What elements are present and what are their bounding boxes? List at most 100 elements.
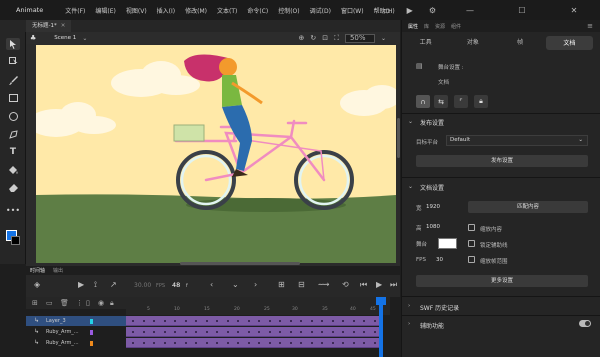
document-section-title[interactable]: 文档设置	[420, 183, 444, 192]
layer-frame-span[interactable]	[126, 338, 380, 348]
step-back-icon[interactable]: ⏮	[360, 280, 367, 290]
keyframe-dot[interactable]	[289, 320, 292, 322]
workspace-icon[interactable]: ▭	[383, 6, 391, 15]
frame-ruler[interactable]: 5 10 15 20 25 30 35 40 45	[126, 297, 390, 315]
keyframe-dot[interactable]	[184, 342, 187, 344]
keyframe-dot[interactable]	[216, 320, 218, 322]
keyframe-dot[interactable]	[216, 331, 218, 333]
panel-menu-icon[interactable]: ≡	[587, 22, 593, 30]
menu-view[interactable]: 视图(V)	[126, 6, 147, 15]
keyframe-dot[interactable]	[132, 342, 134, 344]
keyframe-dot[interactable]	[237, 342, 239, 344]
keyframe-dot[interactable]	[342, 342, 344, 344]
keyframe-dot[interactable]	[195, 320, 197, 322]
keyframe-dot[interactable]	[195, 331, 197, 333]
keyframe-dot[interactable]	[331, 331, 334, 333]
next-keyframe-icon[interactable]: ›	[254, 280, 257, 289]
play-icon[interactable]: ▶	[376, 280, 382, 289]
layer-row[interactable]: ↳ Layer_3	[26, 316, 126, 326]
publish-settings-button[interactable]: 发布设置	[416, 155, 588, 167]
layer-name[interactable]: Ruby_Arm_...	[46, 338, 79, 348]
keyframe-dot[interactable]	[226, 342, 229, 344]
menu-file[interactable]: 文件(F)	[65, 6, 85, 15]
keyframe-dot[interactable]	[247, 342, 250, 344]
keyframe-dot[interactable]	[205, 331, 208, 333]
menu-commands[interactable]: 命令(C)	[247, 6, 268, 15]
keyframe-dot[interactable]	[300, 331, 302, 333]
visibility-icon[interactable]: ◉	[98, 299, 104, 307]
menu-text[interactable]: 文本(T)	[217, 6, 237, 15]
keyframe-dot[interactable]	[331, 342, 334, 344]
fit-stage-icon[interactable]: ⛶	[334, 34, 339, 43]
match-content-button[interactable]: 匹配内容	[468, 201, 588, 213]
expand-chevron-icon[interactable]: ›	[408, 321, 410, 327]
more-tools-icon[interactable]: •••	[6, 204, 20, 216]
keyframe-dot[interactable]	[174, 331, 176, 333]
keyframe-dot[interactable]	[216, 342, 218, 344]
settings-icon[interactable]: ⚙	[429, 6, 436, 15]
keyframe-dot[interactable]	[205, 320, 208, 322]
anchor-icon[interactable]: ∩	[416, 95, 430, 108]
keyframe-dot[interactable]	[321, 320, 323, 322]
swf-history-title[interactable]: SWF 历史记录	[420, 303, 459, 312]
paintbrush-tool-icon[interactable]	[6, 74, 20, 86]
step-forward-icon[interactable]: ⏭	[390, 280, 397, 290]
keyframe-dot[interactable]	[237, 331, 239, 333]
selection-tool-icon[interactable]	[6, 38, 20, 50]
height-value[interactable]: 1080	[426, 224, 440, 230]
keyframe-dot[interactable]	[310, 331, 313, 333]
layer-name[interactable]: Layer_3	[46, 316, 66, 326]
keyframe-dot[interactable]	[373, 331, 376, 333]
center-stage-icon[interactable]: ⊕	[298, 34, 304, 42]
accessibility-title[interactable]: 辅助功能	[420, 321, 444, 330]
graph-icon[interactable]: ↗	[110, 280, 117, 289]
keyframe-dot[interactable]	[163, 320, 166, 322]
layer-color-chip[interactable]	[90, 330, 93, 335]
menu-insert[interactable]: 插入(I)	[157, 6, 175, 15]
fps-value[interactable]: 30	[436, 257, 443, 263]
span-based-checkbox[interactable]	[468, 256, 475, 263]
tab-frame[interactable]: 帧	[497, 35, 544, 51]
fps-display[interactable]: 30.00	[134, 282, 151, 289]
keyframe-dot[interactable]	[153, 342, 155, 344]
playhead-handle[interactable]	[376, 297, 386, 305]
layers-icon[interactable]: ◈	[34, 280, 40, 289]
publish-section-title[interactable]: 发布设置	[420, 118, 444, 127]
keyframe-dot[interactable]	[373, 320, 376, 322]
collapse-chevron-icon[interactable]: ⌄	[408, 118, 413, 125]
chevron-down-icon[interactable]: ⌄	[82, 35, 87, 42]
prev-keyframe-icon[interactable]: ‹	[210, 280, 213, 289]
vertical-scroll-thumb[interactable]	[397, 118, 400, 158]
keyframe-dot[interactable]	[352, 331, 355, 333]
menu-control[interactable]: 控制(O)	[278, 6, 299, 15]
keyframe-dot[interactable]	[352, 320, 355, 322]
keyframe-dot[interactable]	[195, 342, 197, 344]
fill-color-swatch[interactable]	[11, 236, 20, 245]
tab-properties[interactable]: 属性	[408, 23, 418, 30]
pen-tool-icon[interactable]	[6, 128, 20, 140]
keyframe-dot[interactable]	[268, 331, 271, 333]
output-tab[interactable]: 输出	[53, 267, 63, 274]
keyframe-dot[interactable]	[142, 331, 145, 333]
layer-frame-span[interactable]	[126, 316, 380, 326]
keyframe-dot[interactable]	[142, 320, 145, 322]
keyframe-dot[interactable]	[289, 331, 292, 333]
close-icon[interactable]: ✕	[556, 6, 592, 15]
insert-keyframe-icon[interactable]: ⊞	[278, 280, 285, 289]
lock-icon[interactable]: 🔒︎	[110, 299, 114, 308]
subselection-tool-icon[interactable]	[6, 54, 20, 66]
keyframe-dot[interactable]	[363, 320, 365, 322]
keyframe-dot[interactable]	[174, 320, 176, 322]
keyframe-dot[interactable]	[153, 320, 155, 322]
width-value[interactable]: 1920	[426, 204, 440, 210]
keyframe-dot[interactable]	[258, 331, 260, 333]
tab-assets[interactable]: 资源	[435, 23, 445, 30]
keyframe-dot[interactable]	[342, 320, 344, 322]
keyframe-dot[interactable]	[289, 342, 292, 344]
keyframe-dot[interactable]	[279, 331, 281, 333]
keyframe-dot[interactable]	[153, 331, 155, 333]
lock-guides-checkbox[interactable]	[468, 240, 475, 247]
center-playhead-icon[interactable]: ⌄	[232, 280, 239, 289]
keyframe-dot[interactable]	[205, 342, 208, 344]
keyframe-dot[interactable]	[352, 342, 355, 344]
